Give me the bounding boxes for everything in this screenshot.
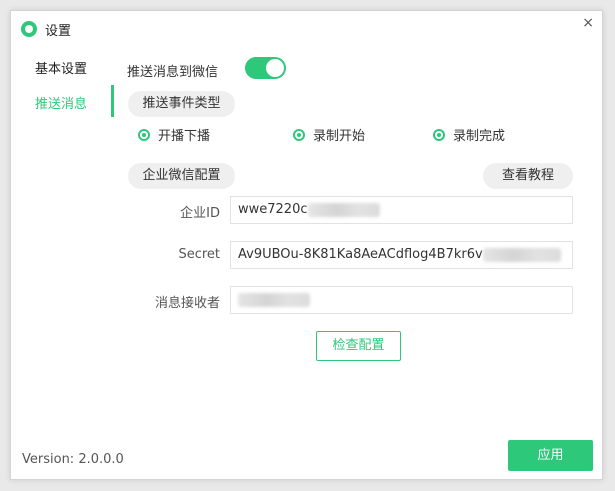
push-to-wechat-toggle[interactable] [245,57,286,79]
redacted-mask [307,202,380,217]
check-config-button[interactable]: 检查配置 [316,331,401,361]
version-label: Version: [22,452,75,467]
event-option-label: 录制完成 [453,129,506,144]
push-to-wechat-label: 推送消息到微信 [127,65,219,80]
radio-selected-icon [433,128,445,141]
corp-id-field[interactable]: wwe7220c [230,196,573,224]
corp-id-label: 企业ID [180,206,220,221]
app-logo-icon [21,21,37,37]
nav-item-basic-settings[interactable]: 基本设置 [35,58,87,77]
redacted-mask [238,292,310,307]
settings-window: 设置 × 基本设置 推送消息 推送消息到微信 推送事件类型 开播下播 录制开始 … [10,10,603,480]
radio-selected-icon [138,128,150,141]
event-types-heading: 推送事件类型 [128,91,235,117]
event-option-record-complete[interactable]: 录制完成 [433,125,505,144]
wecom-config-heading: 企业微信配置 [128,163,235,189]
event-option-label: 录制开始 [313,129,366,144]
title-bar: 设置 × [11,11,602,47]
secret-label: Secret [178,247,220,262]
corp-id-value: wwe7220c [238,202,308,217]
redacted-mask [482,247,561,262]
radio-selected-icon [293,128,305,141]
event-option-live-start-end[interactable]: 开播下播 [138,125,210,144]
close-icon[interactable]: × [582,15,594,31]
apply-button[interactable]: 应用 [508,440,593,471]
version-value: 2.0.0.0 [78,452,124,467]
window-title: 设置 [45,24,72,39]
nav-item-push-messages[interactable]: 推送消息 [35,93,87,112]
version-info: Version: 2.0.0.0 [22,452,124,467]
receiver-label: 消息接收者 [154,296,220,311]
view-tutorial-button[interactable]: 查看教程 [483,163,573,189]
event-option-label: 开播下播 [158,129,211,144]
event-option-record-start[interactable]: 录制开始 [293,125,365,144]
secret-field[interactable]: Av9UBOu-8K81Ka8AeACdflog4B7kr6v [230,241,573,269]
nav-active-indicator [111,85,114,117]
receiver-field[interactable] [230,286,573,314]
toggle-knob [266,59,284,77]
secret-value: Av9UBOu-8K81Ka8AeACdflog4B7kr6v [238,247,483,262]
